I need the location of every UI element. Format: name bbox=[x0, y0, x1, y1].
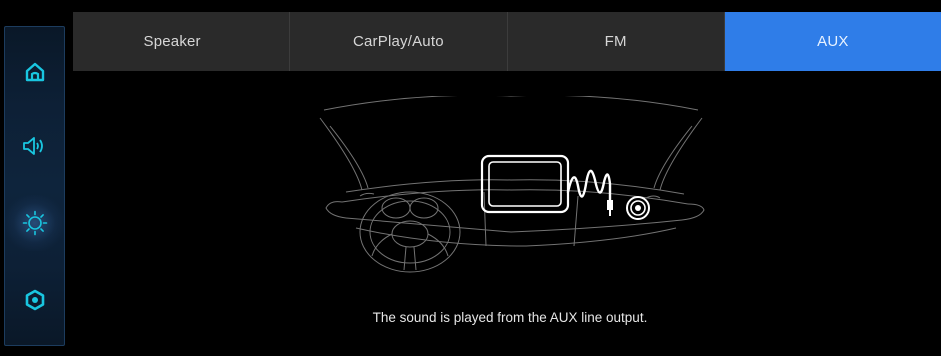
sidebar-item-home[interactable] bbox=[5, 47, 64, 97]
tab-speaker-label: Speaker bbox=[143, 33, 201, 50]
tab-fm-label: FM bbox=[604, 33, 627, 50]
sidebar-item-settings[interactable] bbox=[5, 275, 64, 325]
tab-fm[interactable]: FM bbox=[507, 12, 725, 71]
screen: Speaker CarPlay/Auto FM AUX The sound is… bbox=[0, 0, 941, 356]
aux-dashboard-illustration bbox=[319, 96, 705, 273]
tab-aux[interactable]: AUX bbox=[724, 12, 941, 71]
sidebar-item-sound[interactable] bbox=[5, 121, 64, 171]
source-tabs: Speaker CarPlay/Auto FM AUX bbox=[73, 12, 941, 71]
tab-speaker[interactable]: Speaker bbox=[73, 12, 291, 71]
aux-info-text: The sound is played from the AUX line ou… bbox=[372, 310, 648, 325]
sidebar-item-brightness[interactable] bbox=[5, 195, 64, 251]
speaker-icon bbox=[22, 135, 48, 157]
settings-icon bbox=[24, 289, 46, 311]
home-icon bbox=[24, 61, 46, 83]
sidebar bbox=[4, 26, 65, 346]
tab-carplay-auto[interactable]: CarPlay/Auto bbox=[290, 12, 508, 71]
tab-aux-label: AUX bbox=[817, 33, 849, 50]
tab-carplay-auto-label: CarPlay/Auto bbox=[352, 33, 444, 50]
sun-icon bbox=[22, 210, 48, 236]
